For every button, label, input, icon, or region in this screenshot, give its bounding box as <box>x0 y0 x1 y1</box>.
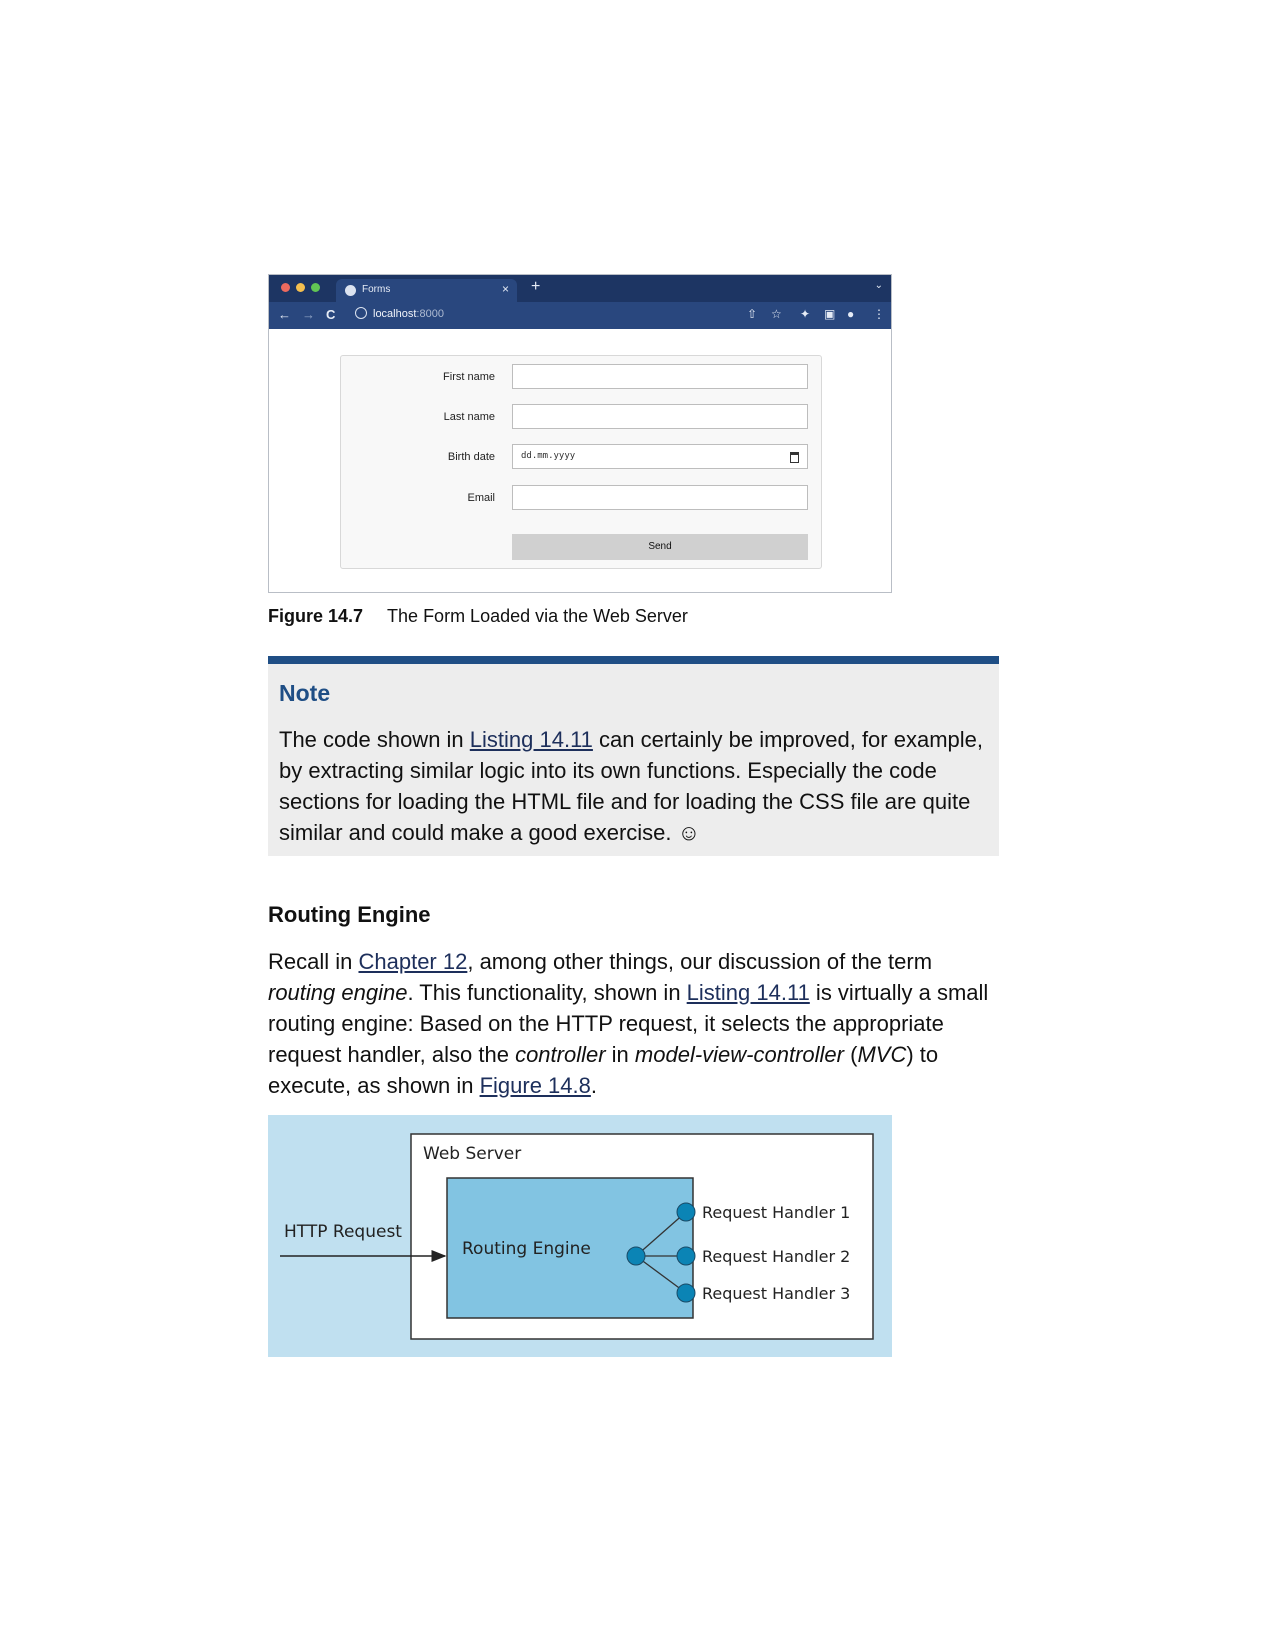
term-routing-engine: routing engine <box>268 980 408 1005</box>
paragraph-text: . This functionality, shown in <box>407 980 687 1005</box>
reload-icon[interactable]: C <box>326 307 335 322</box>
globe-icon <box>345 285 356 296</box>
share-icon[interactable]: ⇧ <box>747 307 757 321</box>
side-panel-icon[interactable]: ▣ <box>824 307 835 321</box>
chapter-link[interactable]: Chapter 12 <box>358 949 467 974</box>
address-bar[interactable]: localhost:8000 <box>355 305 875 325</box>
web-server-label: Web Server <box>423 1144 521 1164</box>
address-url: localhost:8000 <box>373 308 444 320</box>
routing-engine-label: Routing Engine <box>462 1239 591 1259</box>
back-arrow-icon[interactable]: ← <box>278 307 291 322</box>
figure-number: Figure 14.7 <box>268 606 364 626</box>
term-controller: controller <box>515 1042 606 1067</box>
birth-date-input[interactable]: dd.mm.yyyy <box>512 444 808 469</box>
form-card: First name Last name Birth date dd.mm.yy… <box>340 355 822 569</box>
forward-arrow-icon[interactable]: → <box>302 307 315 322</box>
close-window-dot[interactable] <box>281 283 290 292</box>
paragraph-text: . <box>590 1073 597 1098</box>
extensions-icon[interactable]: ✦ <box>800 307 810 321</box>
section-heading: Routing Engine <box>268 902 431 927</box>
kebab-menu-icon[interactable]: ⋮ <box>873 307 885 321</box>
routing-node <box>626 1246 646 1266</box>
handler-node <box>676 1283 696 1303</box>
email-input[interactable] <box>512 485 808 510</box>
note-box: Note The code shown in Listing 14.11 can… <box>268 656 999 856</box>
paragraph-text: , among other things, our discussion of … <box>467 949 933 974</box>
url-port: :8000 <box>416 308 444 320</box>
browser-screenshot: Forms × + ⌄ ← → C localhost:8000 ⇧ ☆ ✦ ▣… <box>268 274 892 593</box>
tab-title: Forms <box>362 284 391 295</box>
chevron-down-icon[interactable]: ⌄ <box>875 280 883 291</box>
paragraph-text: Recall in <box>268 949 359 974</box>
handler-node <box>676 1202 696 1222</box>
minimize-window-dot[interactable] <box>296 283 305 292</box>
routing-diagram: Web Server Routing Engine HTTP Request R… <box>268 1115 892 1357</box>
first-name-label: First name <box>443 371 495 383</box>
browser-tab-bar: Forms × + ⌄ <box>269 275 891 302</box>
new-tab-icon[interactable]: + <box>531 278 540 296</box>
listing-link[interactable]: Listing 14.11 <box>470 727 593 752</box>
http-request-label: HTTP Request <box>284 1222 402 1242</box>
calendar-icon[interactable] <box>790 452 799 463</box>
star-icon[interactable]: ☆ <box>771 307 782 321</box>
profile-icon[interactable]: ● <box>847 307 854 321</box>
figure-link[interactable]: Figure 14.8 <box>480 1073 591 1098</box>
listing-link[interactable]: Listing 14.11 <box>687 980 810 1005</box>
term-mvc: MVC <box>857 1042 907 1067</box>
browser-tab[interactable]: Forms × <box>336 279 517 302</box>
figure-caption-text: The Form Loaded via the Web Server <box>387 606 688 626</box>
email-label: Email <box>467 492 495 504</box>
request-handler-3-label: Request Handler 3 <box>702 1284 850 1303</box>
note-text: The code shown in <box>279 727 470 752</box>
note-title: Note <box>279 680 331 706</box>
request-handler-1-label: Request Handler 1 <box>702 1203 850 1222</box>
tab-close-icon[interactable]: × <box>502 282 509 296</box>
term-mvc-full: model-view-controller <box>634 1042 844 1067</box>
send-button[interactable]: Send <box>512 534 808 560</box>
figure-caption: Figure 14.7 The Form Loaded via the Web S… <box>268 606 688 627</box>
handler-node <box>676 1246 696 1266</box>
section-paragraph: Recall in Chapter 12, among other things… <box>268 946 1003 1101</box>
first-name-input[interactable] <box>512 364 808 389</box>
paragraph-text: ( <box>843 1042 858 1067</box>
note-body: The code shown in Listing 14.11 can cert… <box>279 724 984 848</box>
browser-toolbar: ← → C localhost:8000 ⇧ ☆ ✦ ▣ ● ⋮ <box>269 302 891 329</box>
url-host: localhost <box>373 308 417 320</box>
last-name-input[interactable] <box>512 404 808 429</box>
last-name-label: Last name <box>443 411 495 423</box>
paragraph-text: in <box>605 1042 635 1067</box>
birth-date-label: Birth date <box>447 451 495 463</box>
info-icon[interactable] <box>355 307 367 319</box>
routing-diagram-svg: Web Server Routing Engine HTTP Request R… <box>280 1133 874 1340</box>
request-handler-2-label: Request Handler 2 <box>702 1247 850 1266</box>
birth-date-placeholder: dd.mm.yyyy <box>521 451 576 461</box>
maximize-window-dot[interactable] <box>311 283 320 292</box>
